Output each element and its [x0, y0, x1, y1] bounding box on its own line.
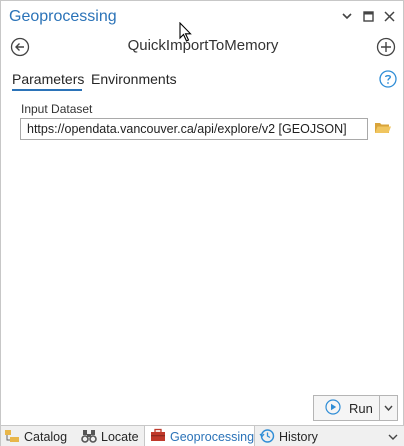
dock-tab-locate[interactable]: Locate — [81, 426, 139, 446]
folder-icon[interactable] — [374, 120, 392, 136]
dock-tab-locate-label: Locate — [101, 430, 139, 444]
help-icon[interactable] — [379, 70, 397, 88]
input-dataset-field[interactable] — [20, 118, 368, 140]
dock-tab-history-label: History — [279, 430, 318, 444]
run-button-group: Run — [313, 395, 398, 421]
dock-tab-catalog[interactable]: Catalog — [4, 426, 67, 446]
run-label: Run — [349, 400, 373, 416]
maximize-icon[interactable] — [361, 8, 375, 24]
dock-tab-geoprocessing[interactable]: Geoprocessing — [144, 426, 255, 446]
tab-parameters[interactable]: Parameters — [12, 71, 84, 87]
dock-tabs: Catalog Locate Geoprocessing History — [1, 425, 404, 446]
chevron-down-icon[interactable] — [340, 8, 354, 24]
close-icon[interactable] — [382, 8, 396, 24]
binoculars-icon — [81, 428, 97, 446]
tab-environments[interactable]: Environments — [91, 71, 177, 87]
history-icon — [259, 428, 275, 446]
active-tab-indicator — [12, 89, 82, 91]
title-controls — [340, 8, 396, 24]
toolbox-icon — [150, 428, 166, 445]
mouse-pointer-icon — [179, 21, 193, 42]
run-options-dropdown[interactable] — [380, 395, 398, 421]
tool-header: QuickImportToMemory — [2, 34, 404, 60]
play-icon — [325, 398, 341, 418]
tool-title: QuickImportToMemory — [127, 37, 279, 54]
add-icon[interactable] — [376, 37, 396, 57]
dock-tab-history[interactable]: History — [259, 426, 318, 446]
input-dataset-label: Input Dataset — [21, 102, 93, 116]
title-bar: Geoprocessing — [2, 2, 404, 32]
dock-tab-geoprocessing-label: Geoprocessing — [170, 429, 255, 444]
chevron-down-icon[interactable] — [387, 430, 399, 444]
dock-tab-catalog-label: Catalog — [24, 430, 68, 444]
tool-tabs: Parameters Environments — [2, 68, 404, 94]
geoprocessing-pane: Geoprocessing QuickImportToMemory Parame… — [0, 0, 404, 446]
pane-title: Geoprocessing — [9, 8, 117, 25]
run-button[interactable]: Run — [313, 395, 380, 421]
catalog-icon — [4, 428, 20, 446]
